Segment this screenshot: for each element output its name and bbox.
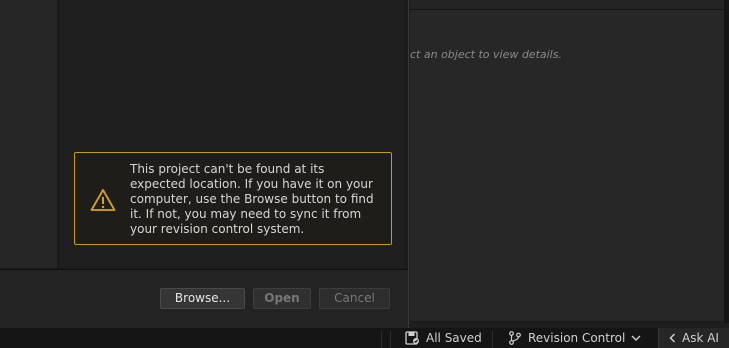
- cancel-button[interactable]: Cancel: [319, 288, 390, 309]
- branch-icon: [509, 331, 521, 345]
- details-header-strip: [410, 0, 724, 10]
- status-separator: [390, 331, 391, 348]
- details-empty-hint: ct an object to view details.: [410, 48, 562, 61]
- chevron-down-icon: [631, 335, 641, 341]
- project-missing-warning: This project can't be found at its expec…: [74, 152, 392, 245]
- status-bar: All Saved Revision Control Ask AI: [0, 328, 729, 348]
- revision-control-menu[interactable]: Revision Control: [508, 328, 641, 348]
- details-panel: ct an object to view details.: [410, 0, 729, 323]
- warning-triangle-icon: [90, 189, 116, 211]
- project-browser-dialog: This project can't be found at its expec…: [0, 0, 409, 328]
- warning-message: This project can't be found at its expec…: [130, 162, 374, 236]
- save-icon: [405, 331, 419, 345]
- ask-ai-label: Ask AI: [682, 331, 719, 345]
- status-separator: [381, 331, 382, 348]
- save-status-label: All Saved: [426, 331, 482, 345]
- category-pane: [0, 0, 57, 268]
- details-scrollbar[interactable]: [724, 0, 729, 323]
- revision-control-label: Revision Control: [528, 331, 626, 345]
- status-separator: [492, 331, 493, 348]
- browse-button[interactable]: Browse...: [160, 288, 245, 309]
- save-status[interactable]: All Saved: [405, 328, 482, 348]
- details-content: ct an object to view details.: [410, 10, 724, 321]
- chevron-left-icon: [669, 333, 676, 343]
- ask-ai-button[interactable]: Ask AI: [658, 328, 729, 348]
- open-button[interactable]: Open: [253, 288, 311, 309]
